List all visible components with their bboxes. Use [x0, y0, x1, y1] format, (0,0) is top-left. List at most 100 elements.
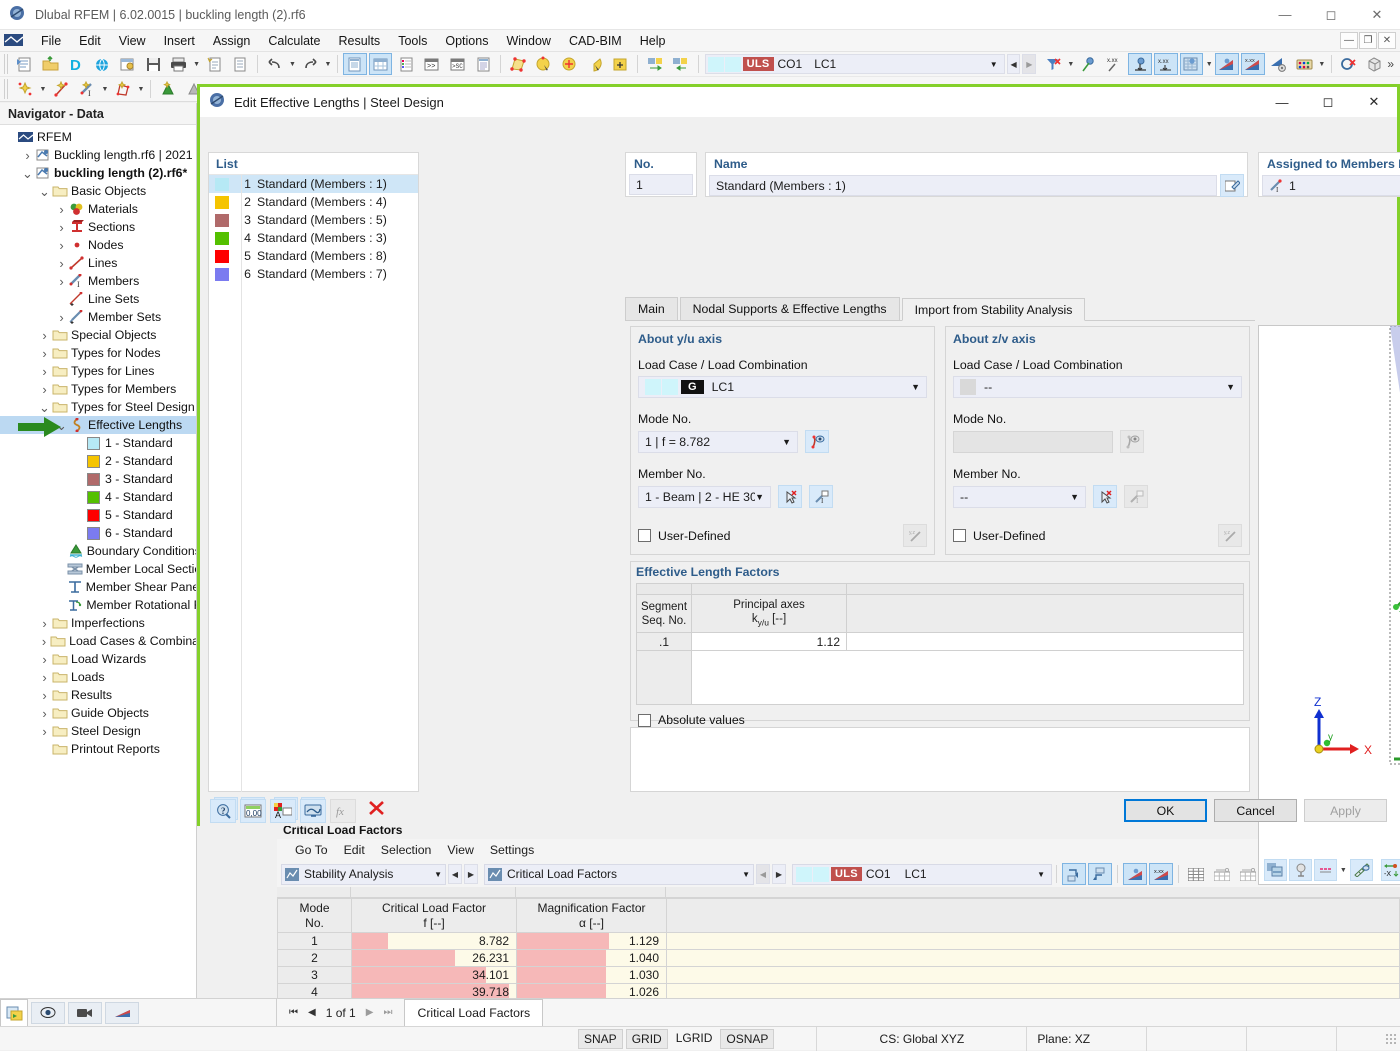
import-view-icon[interactable]	[669, 53, 693, 75]
z-member-edit-icon[interactable]: I	[1124, 485, 1148, 508]
select-circle-plus-icon[interactable]	[557, 53, 581, 75]
chevron-right-icon[interactable]: ›	[38, 686, 51, 704]
tree-node-member-shear-panels[interactable]: Member Shear Panels	[0, 578, 196, 596]
tree-node-special-objects[interactable]: › Special Objects	[0, 326, 196, 344]
chevron-down-icon[interactable]: ▼	[990, 60, 1002, 69]
elf-rows[interactable]: .1 1.12	[637, 633, 1243, 651]
formula-icon[interactable]: fx	[330, 798, 356, 823]
chevron-down-icon[interactable]: ▼	[434, 870, 442, 879]
open-folder-icon[interactable]	[39, 53, 63, 75]
menu-calculate[interactable]: Calculate	[259, 31, 329, 51]
z-mode-combo[interactable]	[953, 430, 1113, 453]
resize-grip-icon[interactable]	[1385, 1032, 1397, 1045]
chevron-right-icon[interactable]: ›	[55, 308, 68, 326]
clf-tab-critical-load-factors[interactable]: Critical Load Factors	[404, 999, 544, 1026]
tree-node-3-standard[interactable]: 3 - Standard	[0, 470, 196, 488]
last-page-icon[interactable]: ⏭	[383, 1007, 392, 1018]
mdi-close-icon[interactable]: ✕	[1378, 32, 1396, 49]
tree-node-4-standard[interactable]: 4 - Standard	[0, 488, 196, 506]
new-member-dropdown-icon[interactable]: ▼	[100, 78, 110, 100]
tree-node-types-for-nodes[interactable]: › Types for Nodes	[0, 344, 196, 362]
display-options-icon[interactable]	[1313, 859, 1337, 881]
chevron-right-icon[interactable]: ›	[38, 650, 51, 668]
clf-menu-edit[interactable]: Edit	[336, 841, 373, 859]
chevron-down-icon[interactable]: ▼	[1037, 870, 1048, 879]
globe-web-icon[interactable]	[90, 53, 114, 75]
filter-dropdown-icon[interactable]: ▼	[1066, 53, 1076, 75]
toolbar-grip[interactable]	[3, 54, 9, 74]
console-icon[interactable]: >>	[420, 53, 444, 75]
chevron-right-icon[interactable]: ›	[55, 200, 68, 218]
z-mode-view-icon[interactable]	[1120, 430, 1144, 453]
clf-column-header[interactable]: Critical Load Factor f [--]	[351, 898, 517, 933]
chevron-down-icon[interactable]: ▼	[1070, 492, 1079, 502]
tree-node-line-sets[interactable]: Line Sets	[0, 290, 196, 308]
undo-icon[interactable]	[263, 53, 287, 75]
new-report-icon[interactable]	[202, 53, 226, 75]
elf-table-row[interactable]: .1 1.12	[637, 633, 1243, 651]
y-loadcase-combo[interactable]: G LC1 ▼	[638, 376, 927, 398]
result-diagram-icon[interactable]	[1179, 53, 1204, 75]
tree-node-6-standard[interactable]: 6 - Standard	[0, 524, 196, 542]
calculator-dropdown-icon[interactable]: ▼	[1317, 53, 1327, 75]
clf-gradient-values-icon[interactable]: x.xx	[1149, 863, 1173, 885]
maximize-icon[interactable]: ◻	[1308, 0, 1354, 30]
clf-import-icon[interactable]	[1088, 863, 1112, 885]
result-probe-icon[interactable]	[1077, 53, 1101, 75]
tree-node-load-cases-combinati[interactable]: › Load Cases & Combinati	[0, 632, 196, 650]
new-node-icon[interactable]	[13, 78, 37, 100]
menu-help[interactable]: Help	[631, 31, 675, 51]
z-member-pick-icon[interactable]	[1093, 485, 1117, 508]
tree-node-member-local-section[interactable]: Member Local Section	[0, 560, 196, 578]
script-icon[interactable]: >SC	[446, 53, 470, 75]
clf-alpha-cell[interactable]: 1.030	[516, 966, 667, 984]
y-mode-view-icon[interactable]	[805, 430, 829, 453]
render-mode-icon[interactable]	[1264, 859, 1287, 881]
clf-analysis-prev-button[interactable]: ◀	[448, 864, 462, 884]
new-node-dropdown-icon[interactable]: ▼	[38, 78, 48, 100]
tree-node-basic-objects[interactable]: ⌄ Basic Objects	[0, 182, 196, 200]
chevron-down-icon[interactable]: ▼	[1226, 382, 1235, 392]
chevron-right-icon[interactable]: ›	[38, 344, 51, 362]
tab-import-stability[interactable]: Import from Stability Analysis	[901, 298, 1086, 321]
tree-node-rfem[interactable]: RFEM	[0, 128, 196, 146]
save-icon[interactable]	[141, 53, 165, 75]
result-gradient-icon[interactable]	[1215, 53, 1239, 75]
chevron-right-icon[interactable]: ›	[55, 254, 68, 272]
chevron-right-icon[interactable]: ›	[55, 272, 68, 290]
clf-menu-goto[interactable]: Go To	[287, 841, 336, 859]
chevron-right-icon[interactable]: ›	[55, 218, 68, 236]
chevron-right-icon[interactable]: ›	[38, 362, 51, 380]
colored-panel-icon[interactable]	[394, 53, 418, 75]
chevron-down-icon[interactable]: ⌄	[38, 398, 51, 416]
cancel-button[interactable]: Cancel	[1214, 799, 1297, 822]
tree-node-loads[interactable]: › Loads	[0, 668, 196, 686]
chevron-right-icon[interactable]: ›	[55, 236, 68, 254]
model-info-icon[interactable]	[116, 53, 140, 75]
menu-tools[interactable]: Tools	[389, 31, 436, 51]
redo-icon[interactable]	[298, 53, 322, 75]
tree-node-boundary-conditions[interactable]: Boundary Conditions	[0, 542, 196, 560]
chevron-down-icon[interactable]: ▼	[742, 870, 750, 879]
clf-alpha-cell[interactable]: 1.040	[516, 949, 667, 967]
deformation-icon[interactable]	[1128, 53, 1152, 75]
result-values-icon[interactable]: x.xx	[1103, 53, 1127, 75]
help-icon[interactable]: ?	[210, 798, 236, 823]
chevron-down-icon[interactable]: ⌄	[21, 164, 34, 182]
clf-grid-top-icon[interactable]	[1210, 863, 1234, 885]
menu-results[interactable]: Results	[330, 31, 390, 51]
menu-cad-bim[interactable]: CAD-BIM	[560, 31, 631, 51]
view-eye-icon[interactable]	[31, 1001, 65, 1024]
chevron-right-icon[interactable]: ›	[38, 632, 50, 650]
menu-edit[interactable]: Edit	[70, 31, 110, 51]
bounding-box-icon[interactable]	[1362, 53, 1386, 75]
report-icon[interactable]	[228, 53, 252, 75]
clf-menu-settings[interactable]: Settings	[482, 841, 542, 859]
close-icon[interactable]: ✕	[1354, 0, 1400, 30]
clf-gradient-icon[interactable]	[1123, 863, 1147, 885]
lgrid-toggle[interactable]: LGRID	[671, 1029, 718, 1049]
osnap-toggle[interactable]: OSNAP	[720, 1028, 775, 1049]
dialog-close-icon[interactable]: ✕	[1351, 87, 1397, 117]
navigator-tree[interactable]: RFEM › Buckling length.rf6 | 2021 ⌄ buckling…	[0, 125, 196, 998]
select-circle-icon[interactable]	[532, 53, 556, 75]
